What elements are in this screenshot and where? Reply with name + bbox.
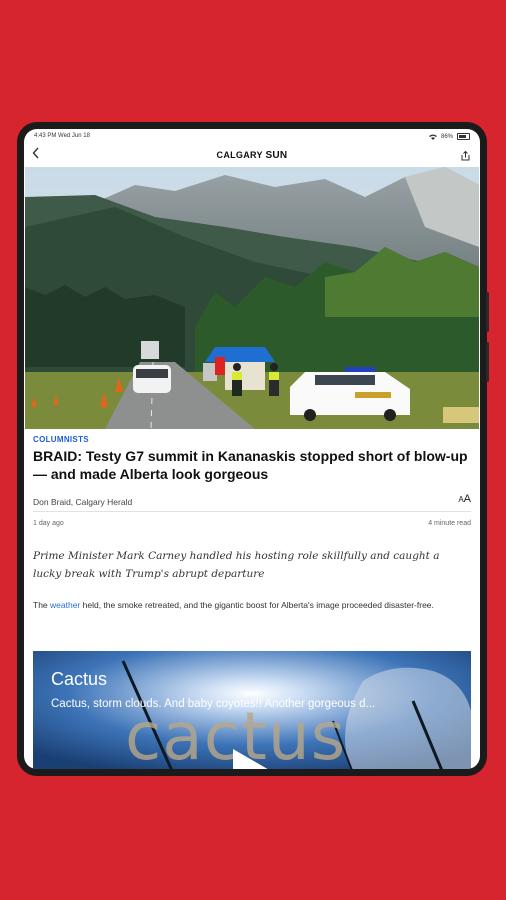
share-button[interactable] [461,148,470,161]
battery-percent: 86% [440,133,453,140]
battery-icon [457,133,470,140]
app-logo: CALGARY SUN [24,150,480,161]
app-bar: CALGARY SUN [24,143,480,167]
screen: 4:43 PM Wed Jun 18 86% CALGARY SUN COLUM… [24,129,480,769]
play-icon[interactable] [233,749,271,769]
volume-button [486,292,489,332]
volume-button [486,342,489,382]
article-body: The weather held, the smoke retreated, a… [33,598,463,613]
kananaskis-road-photo [25,167,479,429]
article-deck: Prime Minister Mark Carney handled his h… [33,550,440,580]
byline[interactable]: Don Braid, Calgary Herald [33,497,132,507]
weather-link[interactable]: weather [50,600,80,610]
video-title: Cactus [51,669,108,689]
status-bar: 4:43 PM Wed Jun 18 86% [24,129,480,143]
logo-text-1: CALGARY [216,150,266,160]
tablet-frame: 4:43 PM Wed Jun 18 86% CALGARY SUN COLUM… [17,122,489,776]
share-icon [461,150,470,161]
divider [33,511,471,512]
article-headline: BRAID: Testy G7 summit in Kananaskis sto… [33,448,468,482]
article-header: COLUMNISTS BRAID: Testy G7 summit in Kan… [33,435,473,483]
body-text: held, the smoke retreated, and the gigan… [80,600,434,610]
hero-image [25,167,479,429]
section-kicker[interactable]: COLUMNISTS [33,435,473,444]
publish-age: 1 day ago [33,520,64,527]
read-time: 4 minute read [428,520,471,527]
wifi-icon [428,134,437,140]
status-time: 4:43 PM Wed Jun 18 [34,133,90,139]
video-description: Cactus, storm clouds. And baby coyotes!!… [51,698,376,710]
video-player[interactable]: cactus Cactus Cactus, storm clouds. And … [33,651,471,769]
logo-text-2: SUN [265,150,288,161]
body-text: The [33,600,51,610]
font-size-button[interactable]: AA [458,493,471,505]
